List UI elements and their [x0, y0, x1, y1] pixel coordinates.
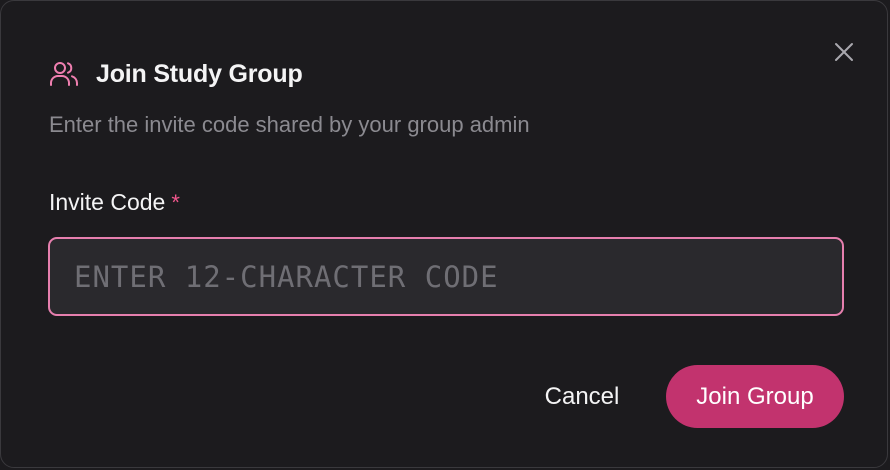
join-group-button[interactable]: Join Group	[666, 365, 844, 428]
required-marker: *	[171, 189, 180, 215]
dialog-header: Join Study Group	[48, 56, 303, 92]
invite-code-label: Invite Code *	[49, 189, 180, 216]
join-study-group-dialog: Join Study Group Enter the invite code s…	[0, 0, 888, 468]
invite-code-input[interactable]	[48, 237, 844, 316]
close-button[interactable]	[831, 39, 857, 65]
close-icon	[835, 43, 853, 61]
cancel-button[interactable]: Cancel	[521, 367, 643, 427]
dialog-title: Join Study Group	[96, 59, 303, 88]
users-icon	[48, 58, 80, 90]
dialog-subtitle: Enter the invite code shared by your gro…	[49, 112, 530, 137]
invite-code-label-text: Invite Code	[49, 189, 166, 215]
